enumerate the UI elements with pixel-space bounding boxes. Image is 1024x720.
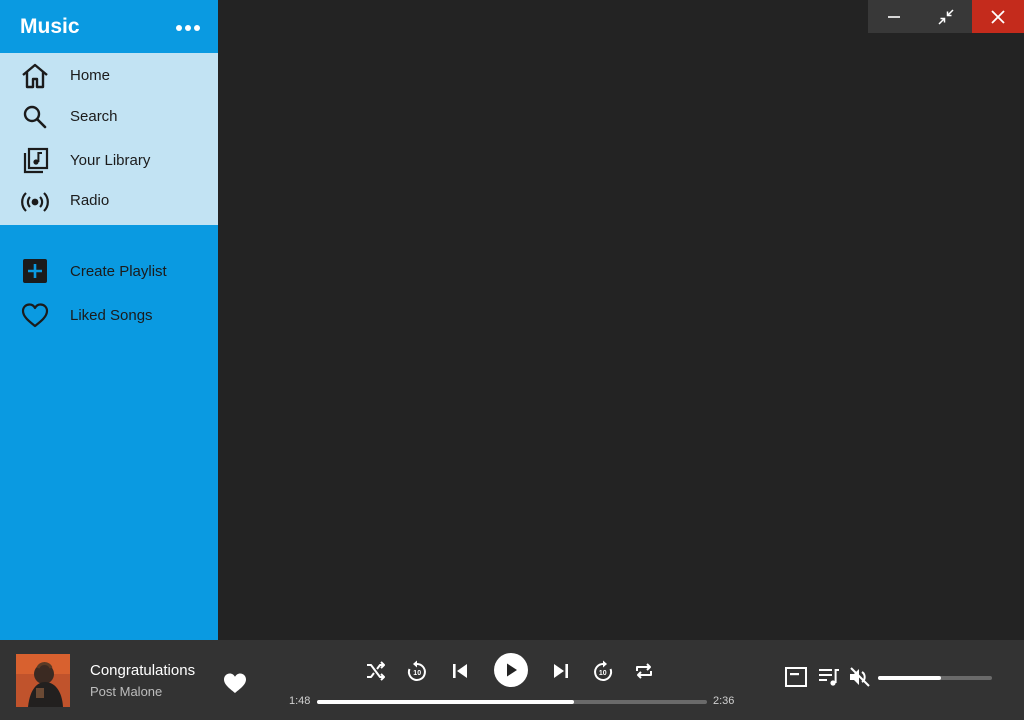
close-icon (991, 9, 1005, 24)
close-button[interactable] (972, 0, 1024, 33)
more-options-button[interactable] (172, 14, 204, 42)
nav-label: Search (70, 108, 118, 125)
replay-10-icon: 10 (407, 660, 426, 681)
shuffle-button[interactable] (363, 658, 389, 684)
main-navigation: Home Search Your Library Radio (0, 53, 218, 225)
nav-item-home[interactable]: Home (0, 55, 218, 95)
queue-music-icon (819, 669, 839, 686)
repeat-icon (636, 663, 652, 679)
mute-button[interactable] (847, 664, 873, 690)
create-playlist-label: Create Playlist (70, 263, 167, 280)
nav-label: Your Library (70, 152, 151, 169)
volume-off-icon (850, 667, 870, 687)
play-icon (507, 663, 517, 677)
heart-outline-icon (21, 303, 49, 328)
nav-item-radio[interactable]: Radio (0, 180, 218, 220)
nav-label: Radio (70, 192, 110, 209)
restore-icon (938, 8, 954, 25)
nav-item-your-library[interactable]: Your Library (0, 140, 218, 180)
liked-songs-label: Liked Songs (70, 307, 153, 324)
add-box-icon (23, 259, 47, 283)
lyrics-icon (785, 667, 807, 687)
track-title[interactable]: Congratulations (90, 662, 195, 679)
svg-text:10: 10 (413, 670, 421, 677)
rewind-10-button[interactable]: 10 (404, 658, 430, 684)
volume-fill (878, 676, 941, 680)
nav-item-search[interactable]: Search (0, 96, 218, 136)
forward-10-button[interactable]: 10 (590, 658, 616, 684)
search-icon (23, 105, 47, 129)
heart-filled-icon[interactable] (223, 672, 247, 694)
progress-bar[interactable] (317, 700, 707, 704)
main-content (218, 0, 1024, 640)
liked-songs-item[interactable]: Liked Songs (0, 295, 218, 335)
repeat-button[interactable] (631, 658, 657, 684)
previous-button[interactable] (447, 658, 473, 684)
minimize-button[interactable] (868, 0, 920, 33)
svg-text:10: 10 (599, 670, 607, 677)
next-button[interactable] (548, 658, 574, 684)
app-title: Music (20, 15, 80, 38)
home-icon (22, 63, 48, 89)
more-horizontal-icon (176, 25, 182, 31)
volume-slider[interactable] (878, 676, 992, 680)
play-button[interactable] (494, 653, 528, 687)
library-icon (23, 147, 49, 174)
progress-fill (317, 700, 575, 704)
album-art[interactable] (16, 654, 70, 707)
player-bar: Congratulations Post Malone 10 10 1:48 2… (0, 640, 1024, 720)
track-duration: 2:36 (713, 695, 735, 707)
restore-button[interactable] (920, 0, 972, 33)
shuffle-icon (367, 661, 385, 681)
forward-10-icon: 10 (594, 660, 613, 681)
elapsed-time: 1:48 (289, 695, 311, 707)
lyrics-button[interactable] (783, 664, 809, 690)
sidebar: Music Home Search Your Library Radio Cre… (0, 0, 218, 640)
skip-next-icon (554, 664, 568, 678)
create-playlist-button[interactable]: Create Playlist (0, 251, 218, 291)
window-controls (868, 0, 1024, 33)
queue-button[interactable] (816, 664, 842, 690)
minimize-icon (888, 15, 900, 18)
nav-label: Home (70, 67, 111, 84)
radio-icon (21, 192, 49, 212)
track-artist[interactable]: Post Malone (90, 684, 162, 699)
skip-previous-icon (453, 664, 467, 678)
sidebar-header: Music (0, 0, 218, 53)
